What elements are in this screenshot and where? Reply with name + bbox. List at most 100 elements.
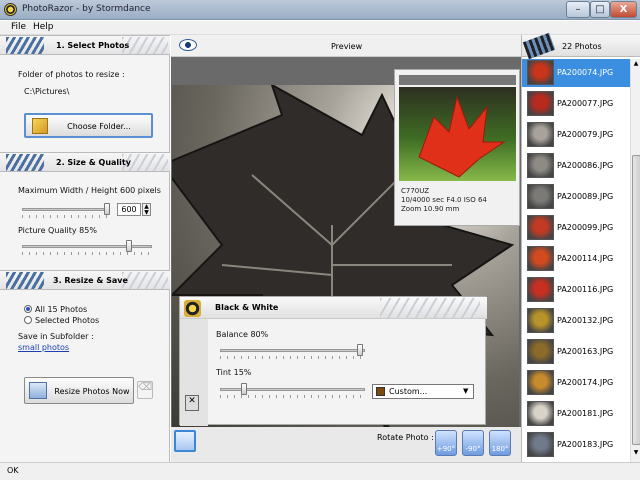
chevron-down-icon[interactable]: ▼: [463, 387, 468, 395]
exposure-info: 10/4000 sec F4.0 ISO 64: [401, 196, 487, 204]
section-resize-save-header: 3. Resize & Save: [0, 270, 170, 290]
effect-header: Black & White: [180, 297, 487, 319]
thumbnail-image: [527, 308, 554, 333]
thumbnail-row[interactable]: PA200183.JPG: [522, 431, 630, 459]
subfolder-link[interactable]: small photos: [18, 343, 69, 352]
thumbnail-row[interactable]: PA200074.JPG: [522, 59, 630, 87]
section-select-photos-header: 1. Select Photos: [0, 35, 170, 55]
thumbnail-row[interactable]: PA200163.JPG: [522, 338, 630, 366]
zoom-info: Zoom 10.90 mm: [401, 205, 460, 213]
tint-slider-ticks: [220, 395, 365, 398]
trash-icon[interactable]: ✕: [185, 395, 199, 411]
left-panel: 1. Select Photos Folder of photos to res…: [0, 35, 170, 462]
status-text: OK: [7, 466, 19, 475]
thumbnail-row[interactable]: PA200086.JPG: [522, 152, 630, 180]
eraser-icon[interactable]: ⌫: [137, 381, 153, 399]
radio-selected-photos[interactable]: [24, 316, 32, 324]
compare-view-icon[interactable]: [174, 430, 196, 452]
tint-color-select[interactable]: Custom... ▼: [372, 384, 474, 399]
info-thumbnail: [399, 87, 516, 181]
radio-all-photos[interactable]: [24, 305, 32, 313]
thumbnail-row[interactable]: PA200132.JPG: [522, 307, 630, 335]
radio-all-photos-label[interactable]: All 15 Photos: [35, 305, 87, 314]
rotate-180-button[interactable]: 180°: [489, 430, 511, 456]
thumbnail-image: [527, 339, 554, 364]
maximize-button[interactable]: □: [590, 1, 610, 18]
thumbnail-image: [527, 215, 554, 240]
balance-slider-track[interactable]: [220, 349, 365, 352]
thumbnail-row[interactable]: PA200099.JPG: [522, 214, 630, 242]
color-swatch: [376, 387, 385, 396]
size-value-input[interactable]: 600: [117, 203, 141, 216]
thumbnail-filename: PA200181.JPG: [557, 409, 614, 418]
folder-icon: [32, 118, 48, 134]
resize-icon: [29, 382, 47, 399]
thumbnail-filename: PA200116.JPG: [557, 285, 614, 294]
minimize-button[interactable]: –: [566, 1, 590, 18]
preview-header: Preview: [171, 35, 521, 57]
resize-photos-button[interactable]: Resize Photos Now: [24, 377, 134, 404]
close-button[interactable]: X: [610, 1, 637, 18]
thumbnail-filename: PA200163.JPG: [557, 347, 614, 356]
camera-model: C770UZ: [401, 187, 430, 195]
tint-color-value: Custom...: [389, 387, 428, 396]
thumbnail-row[interactable]: PA200077.JPG: [522, 90, 630, 118]
thumbnail-image: [527, 91, 554, 116]
thumbnail-row[interactable]: PA200089.JPG: [522, 183, 630, 211]
scroll-down-icon[interactable]: ▼: [632, 449, 640, 459]
tint-label: Tint 15%: [216, 368, 252, 377]
thumbnail-row[interactable]: PA200079.JPG: [522, 121, 630, 149]
effect-icon[interactable]: [184, 300, 201, 317]
bottom-toolbar: Rotate Photo : +90° -90° 180°: [171, 427, 521, 462]
thumbnail-row[interactable]: PA200114.JPG: [522, 245, 630, 273]
menu-bar: File Help: [0, 21, 640, 35]
thumbnail-filename: PA200174.JPG: [557, 378, 614, 387]
scroll-up-icon[interactable]: ▲: [632, 60, 640, 70]
thumbnail-image: [527, 122, 554, 147]
quality-label: Picture Quality 85%: [18, 226, 97, 235]
rotate-plus-90-button[interactable]: +90°: [435, 430, 457, 456]
section-title: 1. Select Photos: [56, 41, 130, 50]
thumbnail-row[interactable]: PA200116.JPG: [522, 276, 630, 304]
rotate-label: Rotate Photo :: [377, 433, 434, 442]
size-slider-thumb[interactable]: [104, 203, 110, 215]
thumbnail-image: [527, 184, 554, 209]
info-bar: [399, 75, 516, 85]
thumbnail-filename: PA200099.JPG: [557, 223, 614, 232]
size-slider-track[interactable]: [22, 208, 110, 211]
balance-slider-thumb[interactable]: [357, 344, 363, 356]
folder-label: Folder of photos to resize :: [18, 70, 125, 79]
folder-path: C:\Pictures\: [24, 87, 70, 96]
quality-slider-thumb[interactable]: [126, 240, 132, 252]
thumbnail-row[interactable]: PA200181.JPG: [522, 400, 630, 428]
size-label: Maximum Width / Height 600 pixels: [18, 186, 161, 195]
photo-exif: C770UZ 10/4000 sec F4.0 ISO 64 Zoom 10.9…: [401, 187, 487, 214]
choose-folder-button[interactable]: Choose Folder...: [24, 113, 153, 138]
tint-slider-thumb[interactable]: [241, 383, 247, 395]
rotate-minus-90-button[interactable]: -90°: [462, 430, 484, 456]
size-spinner[interactable]: ▲ ▼: [142, 203, 151, 216]
thumbnail-image: [527, 401, 554, 426]
thumbnail-filename: PA200114.JPG: [557, 254, 614, 263]
thumbnail-list[interactable]: PA200074.JPG PA200077.JPG PA200079.JPG PA20…: [522, 59, 630, 462]
menu-file[interactable]: File: [11, 22, 26, 32]
menu-help[interactable]: Help: [33, 22, 54, 32]
eye-icon[interactable]: [179, 39, 197, 51]
scrollbar-thumb[interactable]: [632, 155, 640, 445]
subfolder-label: Save in Subfolder :: [18, 332, 94, 341]
thumbnail-image: [527, 153, 554, 178]
thumbnail-row[interactable]: PA200174.JPG: [522, 369, 630, 397]
choose-folder-label: Choose Folder...: [67, 122, 131, 131]
thumbnail-scrollbar[interactable]: ▲ ▼: [630, 59, 640, 462]
resize-photos-label: Resize Photos Now: [54, 387, 130, 396]
radio-selected-photos-label[interactable]: Selected Photos: [35, 316, 99, 325]
photo-info-panel: C770UZ 10/4000 sec F4.0 ISO 64 Zoom 10.9…: [394, 69, 520, 226]
quality-slider-ticks: [22, 252, 152, 255]
thumbnail-filename: PA200074.JPG: [557, 68, 614, 77]
app-icon: [4, 3, 17, 16]
thumbnail-filename: PA200077.JPG: [557, 99, 614, 108]
thumbnail-image: [527, 370, 554, 395]
black-white-panel: Black & White ✕ Balance 80% Tint 15% Cus…: [179, 296, 487, 426]
stripes-decoration: [380, 298, 480, 318]
quality-slider-track[interactable]: [22, 245, 152, 248]
